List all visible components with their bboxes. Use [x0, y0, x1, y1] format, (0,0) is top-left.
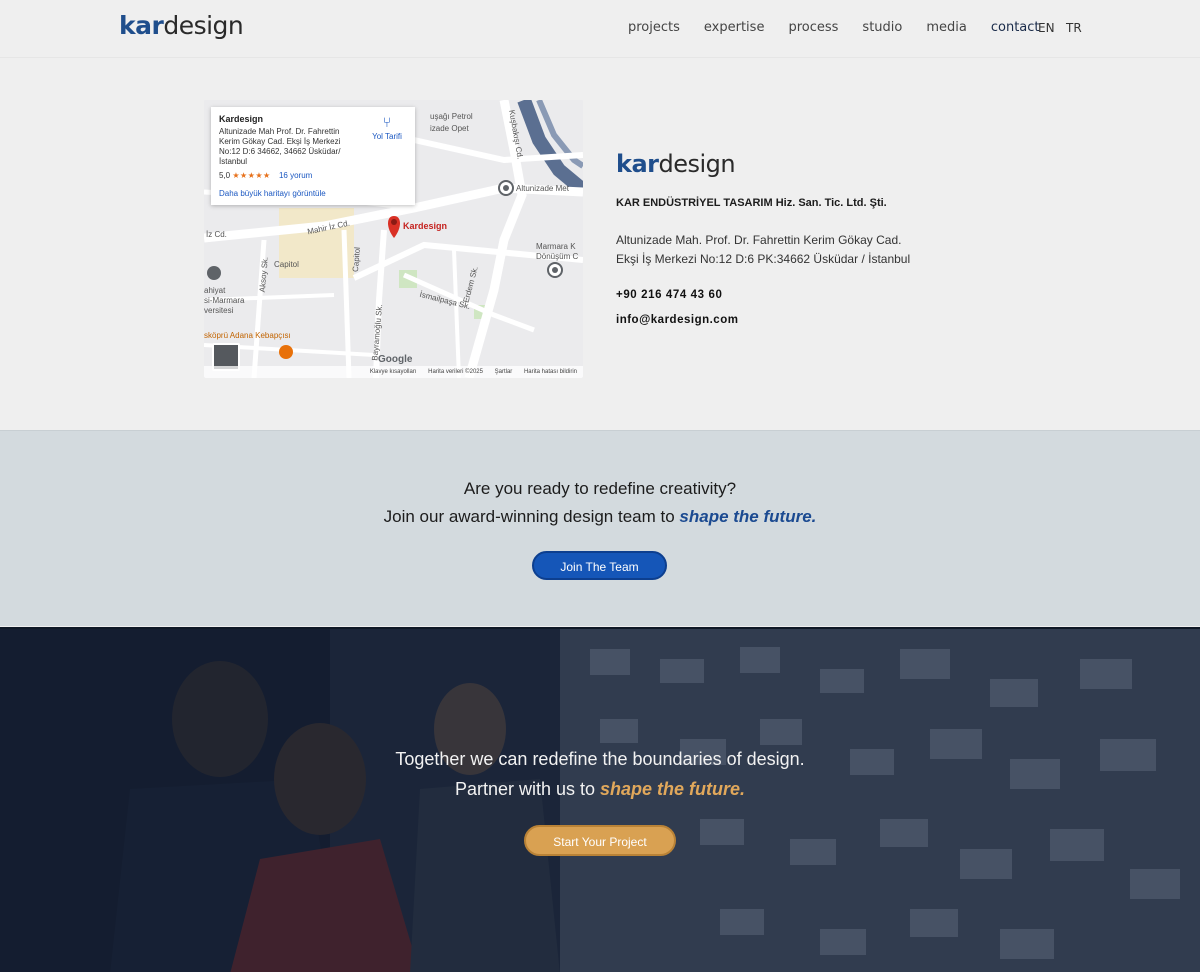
join-subline-text: Join our award-winning design team to: [383, 507, 680, 526]
contact-logo-kar: kar: [616, 150, 659, 178]
company-address: Altunizade Mah. Prof. Dr. Fahrettin Keri…: [616, 231, 910, 269]
project-subline: Partner with us to shape the future.: [0, 779, 1200, 800]
map-card-rating: 5,0 ★★★★★ 16 yorum: [219, 171, 407, 181]
map-footer: Klavye kısayolları Harita verileri ©2025…: [204, 366, 583, 378]
join-headline: Are you ready to redefine creativity?: [463, 479, 737, 498]
map-label-university-1: ahiyat: [204, 286, 226, 295]
photo-overlay: [0, 629, 1200, 972]
nav-projects[interactable]: projects: [628, 20, 680, 35]
project-headline: Together we can redefine the boundaries …: [395, 749, 805, 769]
map-label-opet: izade Opet: [430, 124, 469, 133]
directions-button[interactable]: ⑂ Yol Tarifi: [369, 115, 405, 142]
map-label-university-3: versitesi: [204, 306, 234, 315]
nav-studio[interactable]: studio: [862, 20, 902, 35]
logo-design: design: [163, 11, 244, 40]
map-label-marmara: Marmara K: [536, 242, 576, 251]
reviews-link[interactable]: 16 yorum: [279, 171, 312, 180]
map-card-address: Altunizade Mah Prof. Dr. Fahrettin Kerim…: [219, 127, 341, 166]
rating-stars-icon: ★★★★★: [232, 171, 271, 180]
join-subline: Join our award-winning design team to sh…: [0, 507, 1200, 527]
map-label-petrol: uşağı Petrol: [430, 112, 473, 121]
address-line-1: Altunizade Mah. Prof. Dr. Fahrettin Keri…: [616, 233, 902, 247]
nav-media[interactable]: media: [926, 20, 967, 35]
map-pin-label[interactable]: Kardesign: [403, 221, 447, 231]
google-map[interactable]: Mahir İz Cd. İz Cd. Capitol Capitol Akso…: [204, 100, 583, 378]
map-label-capitol: Capitol: [274, 260, 299, 269]
rating-value: 5,0: [219, 171, 231, 180]
google-logo: Google: [378, 354, 413, 365]
logo-kar: kar: [119, 11, 164, 40]
kardesign-logo[interactable]: kardesign: [119, 11, 244, 40]
site-header: kardesign projects expertise process stu…: [0, 0, 1200, 58]
map-label-altunizade-metro: Altunizade Met: [516, 184, 569, 193]
main-nav: projects expertise process studio media …: [628, 20, 1064, 35]
contact-logo-design: design: [658, 150, 736, 178]
phone-number[interactable]: +90 216 474 43 60: [616, 289, 722, 301]
map-label-donusum: Dönüşüm C: [536, 252, 579, 261]
map-label-university-2: si-Marmara: [204, 296, 245, 305]
join-subline-emphasis: shape the future.: [679, 507, 817, 526]
project-subline-emphasis: shape the future.: [600, 779, 746, 799]
directions-icon: ⑂: [382, 114, 392, 130]
address-line-2: Ekşi İş Merkezi No:12 D:6 PK:34662 Üsküd…: [616, 252, 911, 266]
nav-contact[interactable]: contact: [991, 20, 1040, 35]
start-your-project-button[interactable]: Start Your Project: [524, 825, 676, 856]
map-footer-terms[interactable]: Şartlar: [495, 369, 513, 375]
map-label-kebap: sköprü Adana Kebapçısı: [204, 331, 291, 340]
map-label-iz-cd: İz Cd.: [206, 230, 227, 239]
lang-en[interactable]: EN: [1038, 21, 1055, 35]
start-project-section: Together we can redefine the boundaries …: [0, 627, 1200, 972]
company-name: KAR ENDÜSTRİYEL TASARIM Hiz. San. Tic. L…: [616, 197, 887, 209]
directions-label: Yol Tarifi: [372, 132, 402, 141]
contact-logo: kardesign: [616, 150, 736, 178]
map-footer-report[interactable]: Harita hatası bildirin: [524, 369, 577, 375]
join-the-team-button[interactable]: Join The Team: [532, 551, 667, 580]
join-team-section: Are you ready to redefine creativity? Jo…: [0, 430, 1200, 626]
larger-map-link[interactable]: Daha büyük haritayı görüntüle: [219, 189, 326, 199]
map-footer-data: Harita verileri ©2025: [428, 369, 483, 375]
nav-expertise[interactable]: expertise: [704, 20, 765, 35]
map-place-card: Kardesign Altunizade Mah Prof. Dr. Fahre…: [211, 107, 415, 205]
map-footer-shortcuts[interactable]: Klavye kısayolları: [370, 369, 417, 375]
email-address[interactable]: info@kardesign.com: [616, 314, 738, 326]
nav-process[interactable]: process: [788, 20, 838, 35]
project-subline-text: Partner with us to: [454, 779, 601, 799]
lang-tr[interactable]: TR: [1066, 21, 1082, 35]
